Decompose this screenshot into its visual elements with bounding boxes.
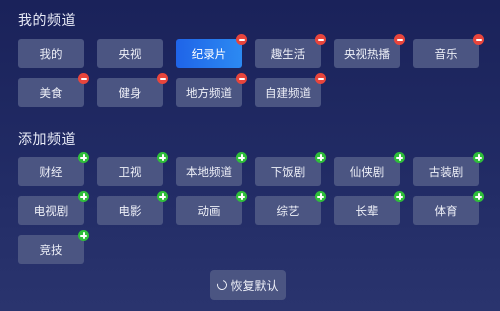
channel-chip[interactable]: 趣生活 [255, 34, 326, 68]
channel-chip[interactable]: 音乐 [413, 34, 484, 68]
channel-chip[interactable]: 自建频道 [255, 73, 326, 107]
add-icon[interactable] [394, 191, 405, 202]
my-channels-title: 我的频道 [18, 13, 76, 29]
remove-icon[interactable] [236, 73, 247, 84]
my-channels-grid: 我的 央视 纪录片 趣生活 央视热播 音乐美食 健身 地方频道 自建频道 [18, 34, 488, 107]
channel-label: 古装剧 [428, 164, 464, 179]
add-icon[interactable] [394, 152, 405, 163]
remove-icon[interactable] [78, 73, 89, 84]
channel-label: 自建频道 [265, 85, 311, 100]
channel-chip[interactable]: 古装剧 [413, 152, 484, 186]
add-icon[interactable] [78, 152, 89, 163]
channel-chip[interactable]: 本地频道 [176, 152, 247, 186]
remove-icon[interactable] [236, 34, 247, 45]
channel-label: 卫视 [118, 164, 142, 179]
refresh-icon [215, 278, 230, 292]
remove-icon[interactable] [315, 73, 326, 84]
add-icon[interactable] [78, 191, 89, 202]
channel-chip[interactable]: 纪录片 [176, 34, 247, 68]
channel-label: 央视 [118, 46, 142, 61]
add-channels-grid: 财经 卫视 本地频道 下饭剧 仙侠剧 古装剧电视剧 电影 动画 综艺 长辈 体育竞技 [18, 152, 488, 264]
channel-chip[interactable]: 美食 [18, 73, 89, 107]
channel-label: 体育 [434, 203, 458, 218]
channel-label: 健身 [118, 85, 142, 100]
add-icon[interactable] [157, 191, 168, 202]
channel-label: 财经 [39, 164, 63, 179]
channel-label: 综艺 [276, 203, 300, 218]
remove-icon[interactable] [157, 73, 168, 84]
channel-label: 我的 [39, 46, 63, 61]
channel-chip[interactable]: 长辈 [334, 191, 405, 225]
channel-chip[interactable]: 地方频道 [176, 73, 247, 107]
channel-label: 长辈 [355, 203, 379, 218]
channel-chip[interactable]: 综艺 [255, 191, 326, 225]
add-icon[interactable] [236, 152, 247, 163]
channel-chip[interactable]: 竞技 [18, 230, 89, 264]
channel-chip[interactable]: 动画 [176, 191, 247, 225]
restore-default-button[interactable]: 恢复默认 [210, 270, 286, 300]
channel-chip[interactable]: 央视热播 [334, 34, 405, 68]
remove-icon[interactable] [473, 34, 484, 45]
add-icon[interactable] [473, 191, 484, 202]
channel-label: 地方频道 [186, 85, 232, 100]
channel-label: 趣生活 [270, 46, 306, 61]
channel-chip[interactable]: 财经 [18, 152, 89, 186]
channel-label: 纪录片 [191, 46, 227, 61]
channel-chip[interactable]: 我的 [18, 39, 84, 68]
add-channels-title: 添加频道 [18, 132, 76, 148]
channel-label: 竞技 [39, 242, 63, 257]
remove-icon[interactable] [394, 34, 405, 45]
channel-label: 音乐 [434, 46, 458, 61]
channel-chip[interactable]: 下饭剧 [255, 152, 326, 186]
channel-label: 动画 [197, 203, 221, 218]
channel-chip[interactable]: 体育 [413, 191, 484, 225]
channel-label: 央视热播 [344, 46, 390, 61]
channel-chip[interactable]: 央视 [97, 39, 163, 68]
channel-label: 仙侠剧 [349, 164, 385, 179]
channel-label: 本地频道 [186, 164, 232, 179]
channel-label: 电影 [118, 203, 142, 218]
add-icon[interactable] [473, 152, 484, 163]
add-icon[interactable] [157, 152, 168, 163]
add-icon[interactable] [315, 152, 326, 163]
channel-label: 下饭剧 [270, 164, 306, 179]
add-icon[interactable] [78, 230, 89, 241]
channel-chip[interactable]: 电视剧 [18, 191, 89, 225]
restore-default-label: 恢复默认 [230, 278, 279, 293]
channel-chip[interactable]: 电影 [97, 191, 168, 225]
add-icon[interactable] [236, 191, 247, 202]
channel-chip[interactable]: 卫视 [97, 152, 168, 186]
remove-icon[interactable] [315, 34, 326, 45]
channel-label: 电视剧 [33, 203, 69, 218]
channel-label: 美食 [39, 85, 63, 100]
channel-chip[interactable]: 健身 [97, 73, 168, 107]
channel-chip[interactable]: 仙侠剧 [334, 152, 405, 186]
add-icon[interactable] [315, 191, 326, 202]
